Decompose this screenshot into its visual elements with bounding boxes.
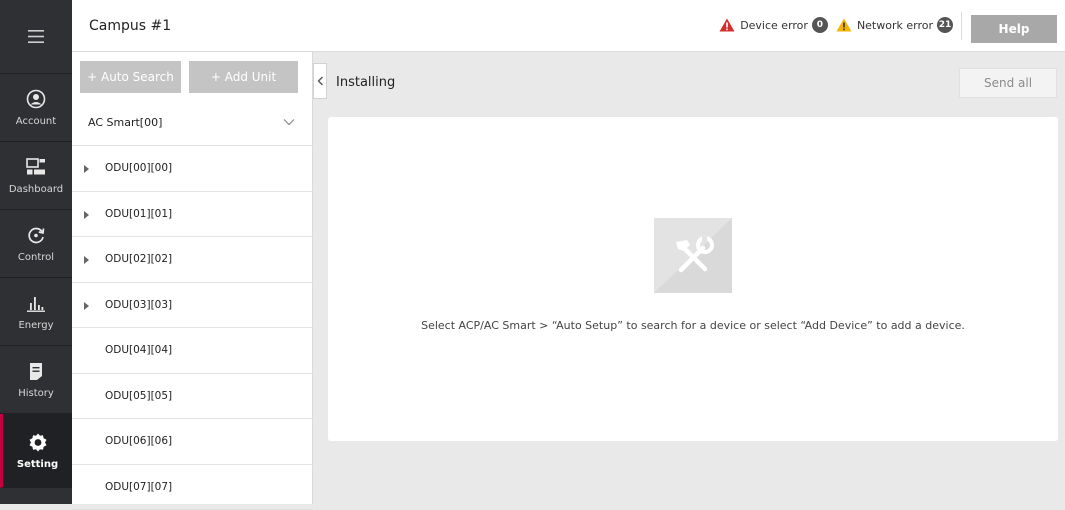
expand-caret-icon[interactable] [84,256,89,264]
tree-actions: + Auto Search + Add Unit [80,61,298,93]
network-error-icon [836,18,852,32]
nav-item-label: Account [16,116,56,127]
dashboard-icon [25,156,47,178]
tree-row-odu-00[interactable]: ODU[00][00] [72,146,313,192]
expand-caret-icon[interactable] [84,302,89,310]
nav-item-label: Control [18,252,54,263]
tree-row-label: ODU[04][04] [105,344,172,356]
auto-search-button[interactable]: + Auto Search [80,61,181,93]
account-icon [25,88,47,110]
tree-row-odu-07[interactable]: ODU[07][07] [72,465,313,510]
hamburger-icon [28,30,44,43]
tree-row-label: ODU[07][07] [105,481,172,493]
nav-item-label: Setting [17,459,58,470]
header-divider [961,12,962,40]
tree-row-label: ODU[06][06] [105,435,172,447]
odu-list: ODU[00][00] ODU[01][01] ODU[02][02] ODU[… [72,146,313,510]
device-error-count: 0 [812,17,828,33]
side-nav: Account Dashboard Control Energy History… [0,0,72,504]
nav-item-control[interactable]: Control [0,210,72,278]
collapse-panel-button[interactable] [313,63,327,99]
empty-state-card: Select ACP/AC Smart > “Auto Setup” to se… [328,117,1058,441]
tree-row-label: ODU[03][03] [105,299,172,311]
nav-item-setting[interactable]: Setting [0,414,72,488]
chevron-down-icon [283,116,295,128]
tree-row-odu-06[interactable]: ODU[06][06] [72,419,313,465]
network-error-label: Network error [857,19,933,32]
device-error-icon [719,18,735,32]
header-bar: Campus #1 Device error 0 Network error 2… [72,0,1065,52]
ac-smart-select[interactable]: AC Smart[00] [72,100,313,146]
energy-icon [25,292,47,314]
tree-row-odu-02[interactable]: ODU[02][02] [72,237,313,283]
network-error-count: 21 [937,17,953,33]
history-icon [25,360,47,382]
nav-item-history[interactable]: History [0,346,72,414]
ac-smart-label: AC Smart[00] [88,116,162,129]
expand-caret-icon[interactable] [84,165,89,173]
send-all-button[interactable]: Send all [959,68,1057,98]
tools-icon [654,218,732,293]
tree-row-label: ODU[01][01] [105,208,172,220]
tree-row-odu-01[interactable]: ODU[01][01] [72,192,313,238]
tree-row-odu-04[interactable]: ODU[04][04] [72,328,313,374]
tree-row-odu-03[interactable]: ODU[03][03] [72,283,313,329]
nav-item-energy[interactable]: Energy [0,278,72,346]
device-tree-panel: + Auto Search + Add Unit AC Smart[00] OD… [72,52,313,504]
gear-icon [27,431,49,453]
tree-row-label: ODU[05][05] [105,390,172,402]
expand-caret-icon[interactable] [84,211,89,219]
add-unit-button[interactable]: + Add Unit [189,61,298,93]
nav-item-dashboard[interactable]: Dashboard [0,142,72,210]
nav-item-account[interactable]: Account [0,74,72,142]
tree-row-label: ODU[00][00] [105,162,172,174]
nav-item-label: History [18,388,54,399]
tree-row-label: ODU[02][02] [105,253,172,265]
empty-state-message: Select ACP/AC Smart > “Auto Setup” to se… [328,319,1058,332]
error-status: Device error 0 Network error 21 [719,17,953,33]
help-button[interactable]: Help [971,15,1057,43]
tree-row-odu-05[interactable]: ODU[05][05] [72,374,313,420]
chevron-left-icon [317,76,324,86]
control-icon [25,224,47,246]
nav-item-label: Energy [18,320,53,331]
page-title: Campus #1 [89,18,171,34]
section-heading: Installing [336,75,395,90]
device-error-label: Device error [740,19,808,32]
menu-button[interactable] [0,0,72,74]
nav-item-label: Dashboard [9,184,63,195]
